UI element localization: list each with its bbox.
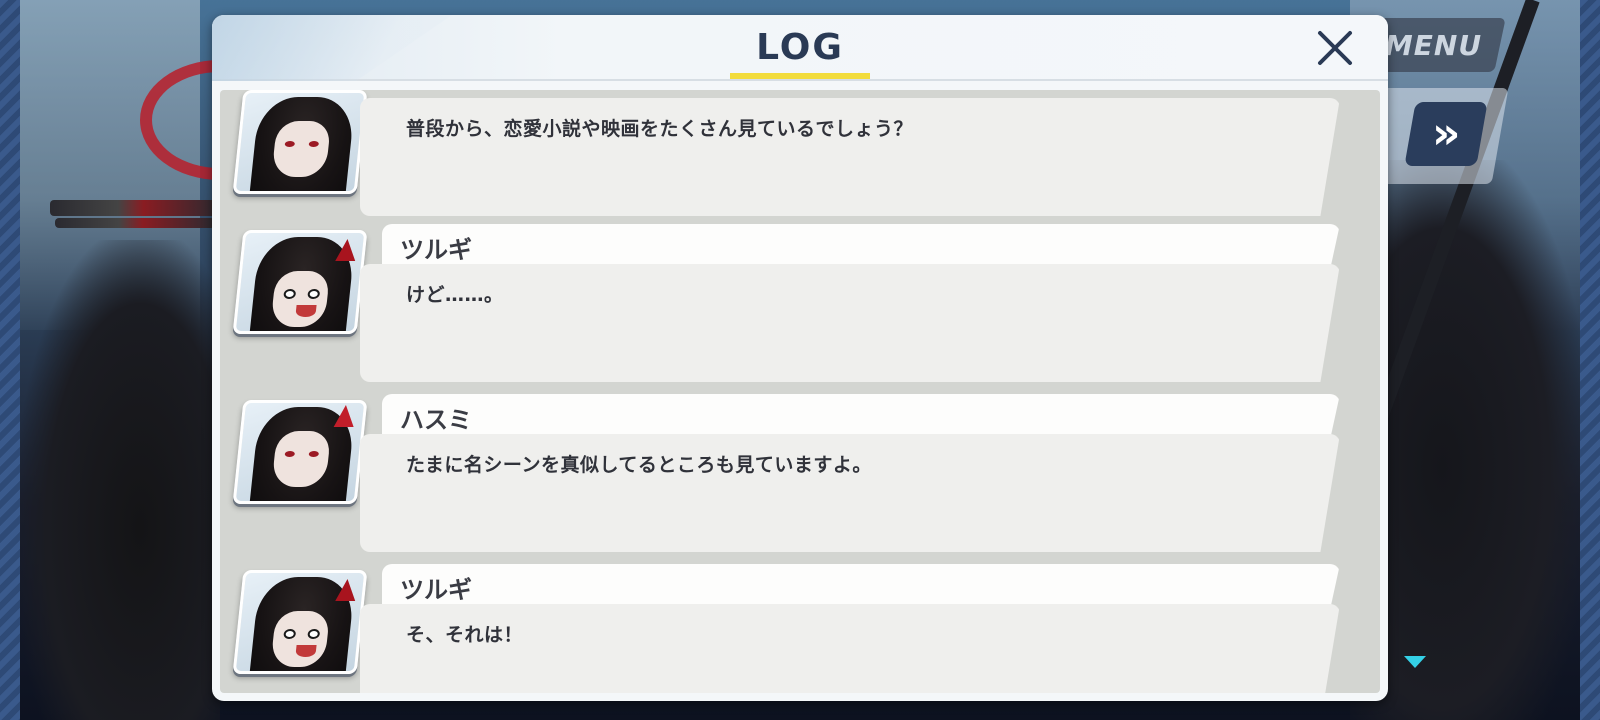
skip-button[interactable]: »: [1404, 102, 1488, 166]
message-bubble: [360, 604, 1340, 693]
character-silhouette-left: [20, 240, 220, 720]
log-panel: LOG 普段から、恋愛小説や映画をたくさん見ているでしょう？ ツルギ けど……。…: [212, 15, 1388, 701]
log-header: LOG: [212, 15, 1388, 81]
log-title-underline: [730, 73, 870, 79]
close-icon: [1318, 31, 1352, 65]
menu-button-label: MENU: [1384, 28, 1482, 62]
border-stripe-left: [0, 0, 20, 720]
message-bubble: [360, 264, 1340, 382]
tsurugi-portrait-icon: [232, 570, 368, 674]
hasumi-portrait-icon: [232, 90, 368, 194]
bubble-tail: [370, 612, 386, 640]
speaker-name-tab: [382, 224, 1340, 268]
log-entry: ツルギ けど……。: [220, 222, 1380, 382]
message-text: 普段から、恋愛小説や映画をたくさん見ているでしょう？: [406, 118, 914, 140]
message-text: そ、それは！: [406, 624, 524, 646]
log-entry: ハスミ たまに名シーンを真似してるところも見ていますよ。: [220, 392, 1380, 552]
message-text: たまに名シーンを真似してるところも見ていますよ。: [406, 454, 872, 476]
border-stripe-right: [1580, 0, 1600, 720]
log-entry: 普段から、恋愛小説や映画をたくさん見ているでしょう？: [220, 90, 1380, 216]
next-indicator-icon: [1404, 656, 1426, 668]
log-list[interactable]: 普段から、恋愛小説や映画をたくさん見ているでしょう？ ツルギ けど……。 ハスミ: [220, 90, 1380, 693]
rifle-barrel: [50, 200, 220, 216]
fast-forward-icon: »: [1431, 108, 1461, 159]
close-button[interactable]: [1312, 25, 1358, 71]
speaker-name: ツルギ: [400, 236, 472, 264]
speaker-name: ツルギ: [400, 576, 472, 604]
message-text: けど……。: [406, 284, 504, 306]
hasumi-portrait-icon: [232, 400, 368, 504]
rifle-barrel-lower: [55, 218, 215, 228]
log-entry: ツルギ そ、それは！: [220, 562, 1380, 693]
bubble-tail: [370, 442, 386, 470]
speaker-name-tab: [382, 564, 1340, 608]
log-title: LOG: [756, 27, 844, 68]
bubble-tail: [370, 272, 386, 300]
tsurugi-portrait-icon: [232, 230, 368, 334]
speaker-name-tab: [382, 394, 1340, 438]
bubble-tail: [370, 116, 386, 144]
speaker-name: ハスミ: [400, 406, 472, 434]
